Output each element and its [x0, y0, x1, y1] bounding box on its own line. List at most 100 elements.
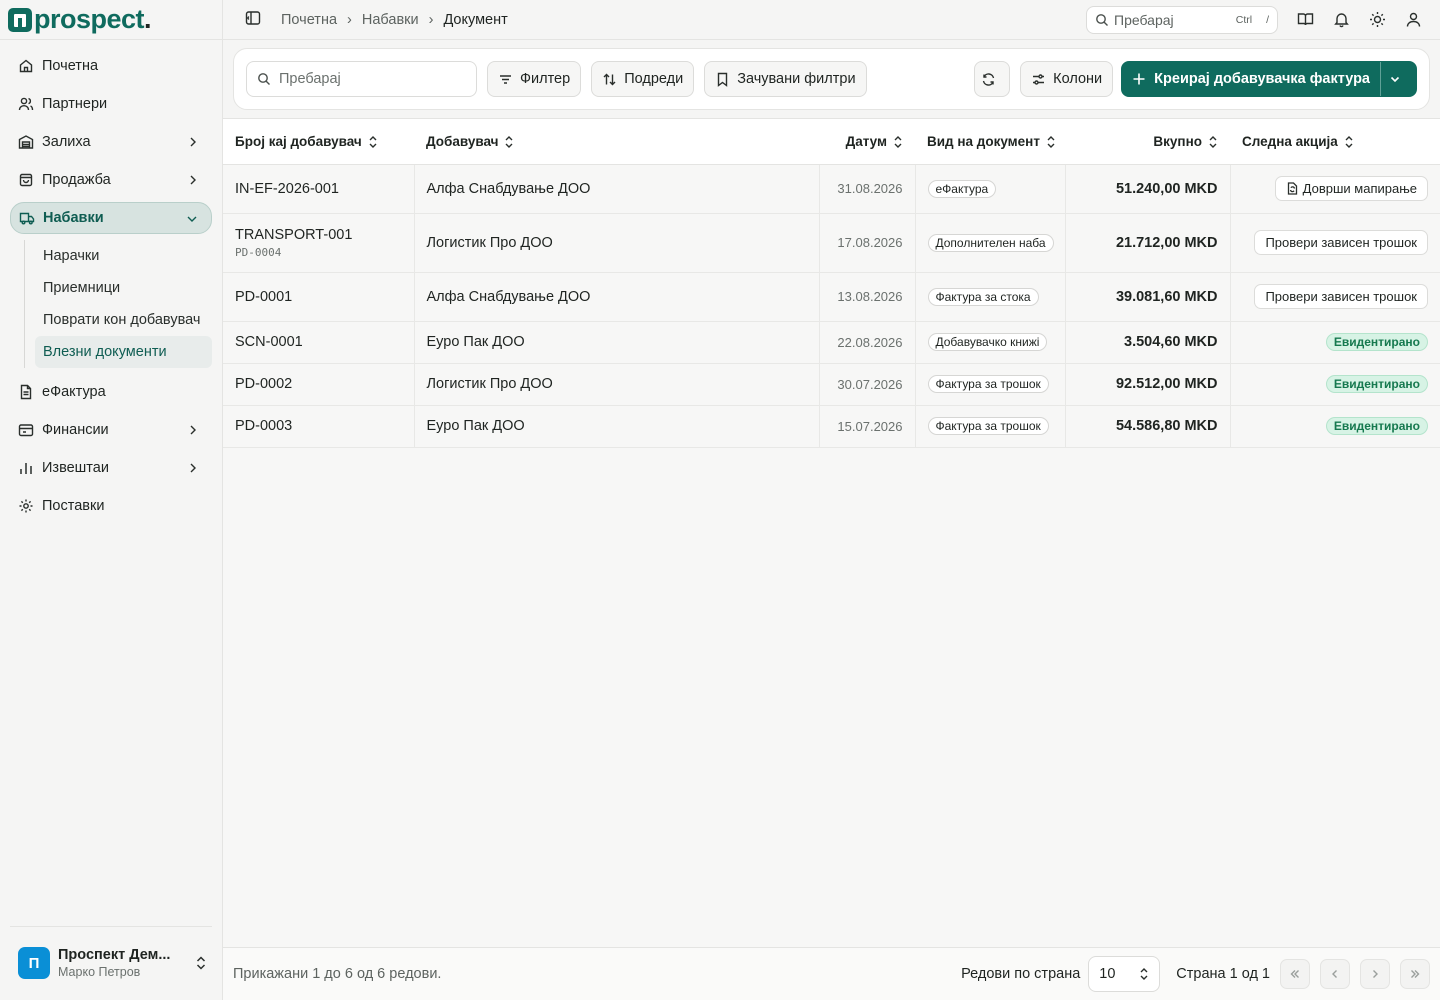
col-header-label: Вид на документ [927, 133, 1040, 149]
finish-mapping-button[interactable]: Доврши мапирање [1274, 176, 1428, 201]
refresh-button[interactable] [974, 61, 1011, 97]
chevron-left-icon [1332, 970, 1337, 978]
cell-total: 3.504,60 MKD [1065, 321, 1231, 364]
filter-button[interactable]: Филтер [487, 61, 582, 97]
col-header-date[interactable]: Датум [819, 119, 915, 165]
table-toolbar: Пребарај Филтер Подреди Зачувани филтри [233, 48, 1430, 110]
cell-supplier: Логистик Про ДОО [414, 363, 820, 406]
check-dependent-cost-button[interactable]: Провери зависен трошок [1254, 284, 1428, 309]
col-header-document-type[interactable]: Вид на документ [915, 119, 1065, 165]
table-row[interactable]: PD-0003 Еуро Пак ДОО 15.07.2026 Фактура … [223, 405, 1440, 448]
cell-total: 92.512,00 MKD [1065, 363, 1231, 406]
col-header-label: Следна акција [1242, 133, 1338, 149]
sun-icon[interactable] [1368, 11, 1386, 29]
next-page-button[interactable] [1360, 959, 1390, 989]
home-icon [18, 58, 34, 74]
col-header-total[interactable]: Вкупно [1065, 119, 1230, 165]
table-row[interactable]: SCN-0001 Еуро Пак ДОО 22.08.2026 Добавув… [223, 321, 1440, 364]
sidebar-item-settings[interactable]: Поставки [10, 490, 212, 522]
sidebar-item-finance[interactable]: Финансии [10, 414, 212, 446]
bell-icon[interactable] [1332, 11, 1350, 29]
sort-button[interactable]: Подреди [591, 61, 695, 97]
cell-total: 54.586,80 MKD [1065, 405, 1231, 448]
table-row[interactable]: TRANSPORT-001 PD-0004 Логистик Про ДОО 1… [223, 213, 1440, 273]
supplier-number: TRANSPORT-001 [235, 226, 353, 243]
sidebar-item-efaktura[interactable]: еФактура [10, 376, 212, 408]
sidebar-nav: Почетна Партнери Залиха Продажба Набавки [0, 40, 222, 528]
sidebar-subitem-receipts[interactable]: Приемници [35, 272, 212, 304]
rows-per-page-label: Редови по страна [961, 966, 1081, 982]
status-badge: Евидентирано [1325, 417, 1428, 435]
user-icon[interactable] [1404, 11, 1422, 29]
sort-icon [1209, 135, 1217, 148]
col-header-label: Датум [845, 133, 887, 149]
kbd-ctrl: Ctrl [1235, 13, 1253, 26]
breadcrumb-purchases[interactable]: Набавки [362, 12, 419, 28]
sidebar-toggle-icon[interactable] [245, 10, 261, 29]
check-dependent-cost-button[interactable]: Провери зависен трошок [1254, 230, 1428, 255]
sidebar-item-inventory[interactable]: Залиха [10, 126, 212, 158]
table-row[interactable]: PD-0002 Логистик Про ДОО 30.07.2026 Факт… [223, 363, 1440, 406]
org-avatar: П [18, 947, 50, 979]
cell-next-action: Провери зависен трошок [1230, 272, 1440, 322]
saved-filters-button[interactable]: Зачувани филтри [704, 61, 867, 97]
document-type-badge: еФактура [927, 179, 997, 198]
topbar: Почетна › Набавки › Документ Пребарај Ct… [223, 0, 1440, 40]
sidebar-item-purchases[interactable]: Набавки [10, 202, 212, 234]
first-page-button[interactable] [1280, 959, 1310, 989]
global-search-input[interactable]: Пребарај Ctrl / [1086, 5, 1278, 34]
org-user: Марко Петров [58, 965, 141, 979]
pagination-footer: Прикажани 1 до 6 од 6 редови. Редови по … [223, 947, 1440, 1000]
rows-per-page-value: 10 [1099, 966, 1116, 982]
columns-button-label: Колони [1053, 71, 1103, 87]
file-sync-icon [1287, 182, 1297, 195]
sidebar-item-label: Поставки [42, 498, 105, 514]
create-options-dropdown[interactable] [1380, 62, 1416, 96]
sliders-icon [1033, 73, 1045, 85]
search-icon [258, 73, 270, 85]
document-type-badge: Добавувачко книжі [927, 333, 1048, 351]
col-header-next-action[interactable]: Следна акција [1230, 119, 1440, 165]
sidebar-item-reports[interactable]: Извештаи [10, 452, 212, 484]
col-header-supplier[interactable]: Добавувач [414, 119, 819, 165]
cell-supplier-number: SCN-0001 [223, 321, 415, 364]
org-switcher[interactable]: П Проспект Дем... Марко Петров [10, 926, 212, 979]
previous-page-button[interactable] [1320, 959, 1350, 989]
last-page-button[interactable] [1400, 959, 1430, 989]
sidebar-item-label: Извештаи [42, 460, 109, 476]
book-open-icon[interactable] [1296, 11, 1314, 29]
breadcrumb: Почетна › Набавки › Документ [281, 12, 508, 28]
sort-button-label: Подреди [624, 71, 684, 87]
cell-supplier-number: TRANSPORT-001 PD-0004 [223, 213, 415, 273]
sidebar-item-sales[interactable]: Продажба [10, 164, 212, 196]
sidebar-item-home[interactable]: Почетна [10, 50, 212, 82]
sidebar-subitem-supplier-returns[interactable]: Поврати кон добавувач [35, 304, 212, 336]
breadcrumb-home[interactable]: Почетна [281, 12, 337, 28]
bookmark-icon [718, 72, 728, 87]
create-supplier-invoice-button[interactable]: Креирај добавувачка фактура [1121, 61, 1417, 97]
cell-date: 15.07.2026 [819, 405, 916, 448]
table-row[interactable]: PD-0001 Алфа Снабдување ДОО 13.08.2026 Ф… [223, 272, 1440, 322]
documents-table-container: Број кај добавувач Добавувач Датум Вид н… [223, 118, 1440, 448]
document-type-badge: Дополнителен наба [927, 233, 1054, 252]
logo[interactable]: prospect. [0, 0, 222, 40]
sidebar-item-partners[interactable]: Партнери [10, 88, 212, 120]
sort-icon [894, 135, 902, 148]
sidebar-subitem-orders[interactable]: Нарачки [35, 240, 212, 272]
sidebar-subitem-incoming-documents[interactable]: Влезни документи [35, 336, 212, 368]
rows-info: Прикажани 1 до 6 од 6 редови. [233, 966, 442, 982]
table-row[interactable]: IN-EF-2026-001 Алфа Снабдување ДОО 31.08… [223, 164, 1440, 214]
file-text-icon [18, 384, 34, 400]
chevron-down-icon [187, 216, 197, 222]
col-header-supplier-number[interactable]: Број кај добавувач [223, 119, 414, 165]
filter-icon [500, 74, 511, 84]
sidebar-item-label: Финансии [42, 422, 109, 438]
refresh-icon [982, 72, 995, 86]
cell-supplier: Еуро Пак ДОО [414, 405, 820, 448]
create-button-main[interactable]: Креирај добавувачка фактура [1122, 62, 1380, 96]
sort-arrows-icon [603, 73, 616, 85]
table-search-input[interactable]: Пребарај [246, 61, 477, 97]
rows-per-page-select[interactable]: 10 [1088, 956, 1161, 992]
columns-button[interactable]: Колони [1020, 61, 1114, 97]
cell-supplier-number: PD-0003 [223, 405, 415, 448]
